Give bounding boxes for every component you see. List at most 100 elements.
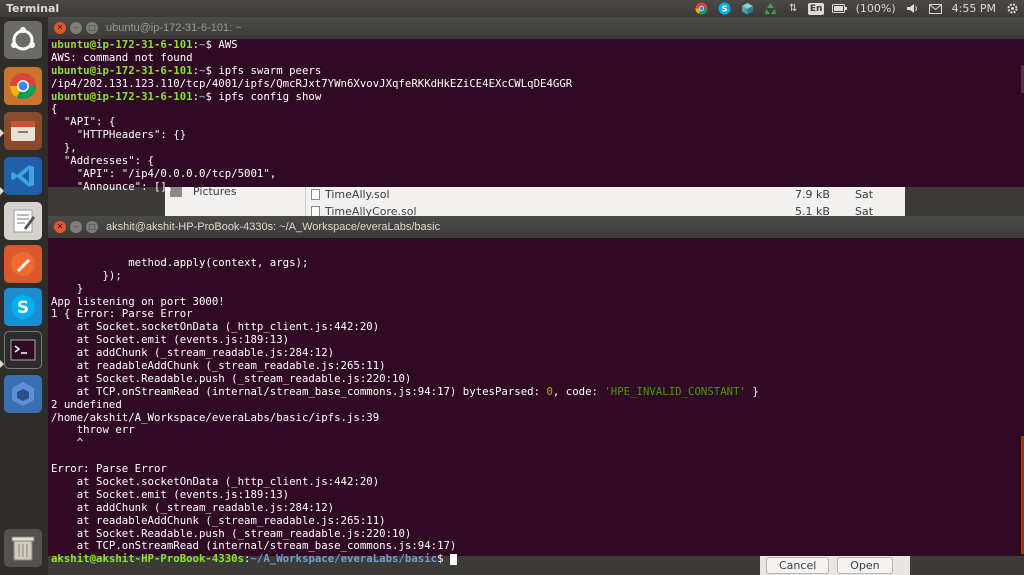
vscode-icon[interactable] — [4, 157, 42, 195]
skype-icon[interactable]: S — [717, 1, 732, 16]
power-gear-icon[interactable] — [1005, 1, 1020, 16]
minimize-button[interactable]: – — [70, 22, 82, 34]
ubuntu-dash-icon[interactable] — [4, 21, 42, 59]
output-text: "API": { — [51, 115, 116, 129]
text-editor-icon[interactable] — [4, 202, 42, 240]
output-line: "Announce": [], — [51, 179, 1024, 194]
output-line: App listening on port 3000! — [51, 294, 1024, 309]
active-app-title: Terminal — [6, 2, 60, 15]
output-line: AWS: command not found — [51, 50, 1024, 65]
output-line: }); — [51, 268, 1024, 283]
output-text: at readableAddChunk (_stream_readable.js… — [51, 359, 386, 373]
mail-icon[interactable] — [928, 1, 943, 16]
error-code-value: 'HPE_INVALID_CONSTANT' — [604, 384, 746, 398]
close-button[interactable]: ✕ — [54, 221, 66, 233]
cube-icon[interactable] — [740, 1, 755, 16]
output-line: method.apply(context, args); — [51, 255, 1024, 270]
top-panel: Terminal S ⇅ En (100%) 4:55 PM — [0, 0, 1024, 17]
prompt-user: ubuntu@ip-172-31-6-101 — [51, 63, 193, 77]
minimize-button[interactable]: – — [70, 221, 82, 233]
output-text: App listening on port 3000! — [51, 294, 225, 308]
prompt-line: ubuntu@ip-172-31-6-101:~$ AWS — [51, 39, 238, 51]
output-line: }, — [51, 141, 1024, 155]
launcher: S — [0, 17, 48, 575]
maximize-button[interactable]: □ — [86, 22, 98, 34]
titlebar[interactable]: ✕ – □ ubuntu@ip-172-31-6-101: ~ — [48, 17, 1024, 39]
prompt-line: akshit@akshit-HP-ProBook-4330s:~/A_Works… — [51, 552, 1024, 566]
battery-icon[interactable] — [831, 1, 847, 16]
output-text: /home/akshit/A_Workspace/everaLabs/basic… — [51, 410, 380, 424]
terminal-output[interactable]: method.apply(context, args); }); } App li… — [48, 238, 1024, 566]
output-text: at TCP.onStreamRead (internal/stream_bas… — [51, 384, 547, 398]
output-line: "API": { — [51, 115, 1024, 129]
maximize-button[interactable]: □ — [86, 221, 98, 233]
output-text: 1 { Error: Parse Error — [51, 307, 193, 321]
output-text: at Socket.Readable.push (_stream_readabl… — [51, 371, 412, 385]
output-text: /ip4/202.131.123.110/tcp/4001/ipfs/QmcRJ… — [51, 76, 573, 90]
output-text: ^ — [51, 436, 84, 450]
trash-icon[interactable] — [4, 529, 42, 567]
output-text: , code: — [552, 384, 605, 398]
close-button[interactable]: ✕ — [54, 22, 66, 34]
prompt-path: ~ — [199, 63, 206, 77]
output-text: }, — [51, 141, 77, 155]
output-text: at Socket.socketOnData (_http_client.js:… — [51, 320, 380, 334]
prompt-path: ~ — [199, 89, 206, 103]
output-text: } — [745, 384, 759, 398]
output-text: throw err — [51, 423, 135, 437]
skype-icon[interactable]: S — [4, 288, 42, 326]
output-line: "HTTPHeaders": {} — [51, 128, 1024, 142]
output-text: at addChunk (_stream_readable.js:284:12) — [51, 346, 335, 360]
output-text: "Announce": [], — [51, 179, 174, 193]
output-line: throw err — [51, 424, 1024, 437]
output-text: }); — [51, 268, 122, 282]
chrome-icon[interactable] — [4, 67, 42, 105]
output-line: /ip4/202.131.123.110/tcp/4001/ipfs/QmcRJ… — [51, 76, 1024, 91]
prompt-user: ubuntu@ip-172-31-6-101 — [51, 39, 193, 51]
keyboard-layout-label: En — [807, 2, 825, 15]
clock[interactable]: 4:55 PM — [952, 0, 996, 17]
output-line: "API": "/ip4/0.0.0.0/tcp/5001", — [51, 167, 1024, 181]
window-title: ubuntu@ip-172-31-6-101: ~ — [106, 22, 242, 34]
text-cursor — [449, 553, 457, 565]
battery-percentage: (100%) — [855, 2, 896, 15]
output-text: at addChunk (_stream_readable.js:284:12) — [51, 500, 335, 514]
recycle-icon[interactable] — [763, 1, 778, 16]
output-text: at Socket.Readable.push (_stream_readabl… — [51, 526, 412, 540]
files-icon[interactable] — [4, 112, 42, 150]
output-text: at readableAddChunk (_stream_readable.js… — [51, 513, 386, 527]
output-text: Error: Parse Error — [51, 462, 167, 476]
virtualbox-icon[interactable] — [4, 375, 42, 413]
prompt-path: ~/A_Workspace/everaLabs/basic — [250, 552, 438, 566]
postman-icon[interactable] — [4, 245, 42, 283]
svg-text:S: S — [17, 298, 29, 318]
prompt-line: ubuntu@ip-172-31-6-101:~$ ipfs config sh… — [51, 89, 322, 103]
window-title: akshit@akshit-HP-ProBook-4330s: ~/A_Work… — [106, 221, 441, 233]
output-text: method.apply(context, args); — [51, 255, 309, 269]
prompt-path: ~ — [199, 39, 206, 51]
output-text: { — [51, 102, 58, 116]
output-text: } — [51, 281, 84, 295]
terminal-output[interactable]: ubuntu@ip-172-31-6-101:~$ AWS AWS: comman… — [48, 39, 1024, 194]
terminal-window-local[interactable]: ✕ – □ akshit@akshit-HP-ProBook-4330s: ~/… — [48, 216, 1024, 565]
titlebar[interactable]: ✕ – □ akshit@akshit-HP-ProBook-4330s: ~/… — [48, 216, 1024, 238]
prompt-symbol: $ — [437, 552, 450, 566]
terminal-window-remote[interactable]: ✕ – □ ubuntu@ip-172-31-6-101: ~ ubuntu@i… — [48, 17, 1024, 193]
command-text: AWS — [218, 39, 238, 51]
volume-icon[interactable] — [905, 1, 920, 16]
command-text: ipfs config show — [218, 89, 322, 103]
output-text: 2 undefined — [51, 397, 122, 411]
output-text: "Addresses": { — [51, 154, 154, 168]
output-text: AWS: command not found — [51, 50, 193, 64]
keyboard-layout-icon[interactable]: En — [807, 1, 825, 16]
terminal-icon[interactable] — [4, 331, 42, 369]
prompt-user: akshit@akshit-HP-ProBook-4330s — [51, 552, 245, 566]
prompt-user: ubuntu@ip-172-31-6-101 — [51, 89, 193, 103]
system-tray: S ⇅ En (100%) 4:55 PM — [690, 0, 1024, 17]
network-updown-icon[interactable]: ⇅ — [786, 1, 801, 16]
output-line: /home/akshit/A_Workspace/everaLabs/basic… — [51, 410, 1024, 425]
chrome-icon[interactable] — [694, 1, 709, 16]
output-line: ^ — [51, 436, 1024, 450]
output-text: "HTTPHeaders": {} — [51, 128, 187, 142]
